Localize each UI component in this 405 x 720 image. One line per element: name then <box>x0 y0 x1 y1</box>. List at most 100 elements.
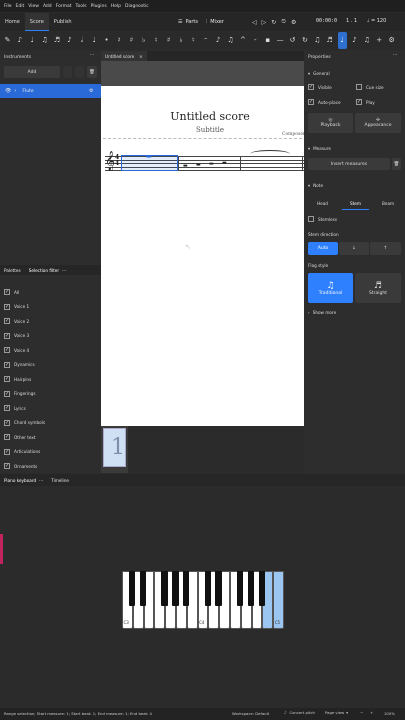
appearance-button[interactable]: ✣ Appearance <box>355 113 401 133</box>
cue-size-checkbox[interactable]: Cue size <box>356 84 384 90</box>
toolbar-note-icon[interactable]: — <box>276 32 285 49</box>
mixer-button[interactable]: Mixer <box>210 19 224 25</box>
page-navigator[interactable]: 1 <box>101 426 128 473</box>
filter-articulations[interactable]: ✓ Articulations <box>4 448 40 455</box>
tie-curve[interactable] <box>250 150 290 158</box>
toolbar-note-icon[interactable]: ♯ <box>127 32 136 49</box>
zoom-in-icon[interactable]: + <box>370 710 373 715</box>
toolbar-note-icon[interactable]: 𝄻 <box>201 32 210 49</box>
toolbar-note-icon[interactable]: ♭ <box>139 32 148 49</box>
tab-untitled-score[interactable]: Untitled score × <box>101 51 147 61</box>
filter-ornaments[interactable]: ✓ Ornaments <box>4 463 37 469</box>
toolbar-note-icon[interactable]: ♩ <box>28 32 37 49</box>
piano-black-key[interactable] <box>139 571 147 606</box>
note-section-header[interactable]: ▾ Note <box>308 183 323 188</box>
tab-timeline[interactable]: Timeline <box>51 478 69 483</box>
play-checkbox[interactable]: ✓ Play <box>356 99 375 105</box>
filter-voice-3[interactable]: ✓ Voice 3 <box>4 332 29 339</box>
toolbar-note-icon[interactable]: 𝄽 <box>115 32 124 49</box>
metronome-icon[interactable]: ⏲ <box>281 18 286 26</box>
stem-down-button[interactable]: ↓ <box>339 242 369 255</box>
tab-palettes[interactable]: Palettes <box>4 268 21 273</box>
rest[interactable]: ▬ <box>222 160 227 166</box>
measure-section-header[interactable]: ▾ Measure <box>308 146 331 151</box>
loop-icon[interactable]: ↻ <box>271 19 276 26</box>
menu-file[interactable]: File <box>4 4 12 9</box>
properties-menu-icon[interactable]: ··· <box>393 53 397 58</box>
toolbar-note-icon[interactable]: ♮ <box>189 32 198 49</box>
rewind-icon[interactable]: ◁ <box>252 19 257 26</box>
toolbar-note-icon[interactable]: ⚙ <box>387 32 396 49</box>
rest[interactable]: ▬ <box>196 162 201 168</box>
toolbar-note-icon[interactable]: ♩ <box>90 32 99 49</box>
instrument-row-flute[interactable]: 👁 › Flute ⚙ <box>0 84 101 98</box>
add-instrument-button[interactable]: Add <box>4 66 60 78</box>
piano-black-key[interactable] <box>129 571 136 606</box>
piano-black-key[interactable] <box>237 571 244 606</box>
concert-pitch-toggle[interactable]: ♪ Concert pitch <box>284 710 315 715</box>
toolbar-note-icon[interactable]: ♭ <box>176 32 185 49</box>
toolbar-note-icon[interactable]: + <box>375 32 384 49</box>
toolbar-note-icon[interactable]: ↺ <box>288 32 297 49</box>
flute-staff[interactable]: 𝄞 44 ▬ ▬ ▬ ▬ ▬ <box>105 150 304 174</box>
score-page[interactable]: Untitled score Subtitle Composer 𝄞 44 ▬ … <box>101 86 305 426</box>
menu-tools[interactable]: Tools <box>76 4 87 9</box>
piano-black-key[interactable] <box>247 571 255 606</box>
instruments-menu-icon[interactable]: ··· <box>90 53 94 58</box>
piano-black-key[interactable] <box>183 571 190 606</box>
toolbar-note-icon[interactable]: ▪ <box>263 32 272 49</box>
tab-home[interactable]: Home <box>0 13 25 31</box>
zoom-level[interactable]: 100% <box>384 711 395 716</box>
toolbar-note-icon[interactable]: ^ <box>238 32 247 49</box>
piano-keyboard[interactable]: C3 C4 C5 <box>122 571 284 629</box>
play-icon[interactable]: ▷ <box>262 19 267 26</box>
tab-publish[interactable]: Publish <box>49 13 77 31</box>
tab-selection-filter[interactable]: Selection filter <box>29 268 59 273</box>
piano-black-key[interactable] <box>204 571 212 606</box>
toolbar-note-icon[interactable]: 𝅗𝅥 <box>77 32 86 49</box>
filter-all[interactable]: ✓ All <box>4 289 19 295</box>
toolbar-note-icon[interactable]: ♯ <box>164 32 173 49</box>
tab-piano-keyboard[interactable]: Piano keyboard <box>4 478 36 483</box>
rest[interactable]: ▬ <box>183 163 188 169</box>
time-signature[interactable]: 44 <box>115 155 119 167</box>
stem-up-button[interactable]: ↑ <box>370 242 401 255</box>
move-up-button[interactable] <box>63 66 72 78</box>
flag-traditional-button[interactable]: ♫ Traditional <box>308 273 353 303</box>
filter-voice-4[interactable]: ✓ Voice 4 <box>4 347 29 353</box>
general-section-header[interactable]: ▾ General <box>308 71 330 76</box>
auto-place-checkbox[interactable]: ✓ Auto-place <box>308 99 341 105</box>
delete-measures-button[interactable]: 🗑 <box>392 158 401 170</box>
move-down-button[interactable] <box>75 66 84 78</box>
zoom-out-icon[interactable]: − <box>360 710 363 715</box>
toolbar-note-icon[interactable]: ♫ <box>226 32 235 49</box>
menu-diagnostic[interactable]: Diagnostic <box>125 4 149 9</box>
close-icon[interactable]: × <box>139 54 143 59</box>
toolbar-note-icon[interactable]: ♪ <box>350 32 359 49</box>
toolbar-note-icon[interactable]: ♮ <box>152 32 161 49</box>
show-more-toggle[interactable]: › Show more <box>308 310 336 315</box>
score-title[interactable]: Untitled score <box>101 110 319 123</box>
toolbar-note-icon[interactable]: ♪ <box>15 32 24 49</box>
toolbar-note-icon[interactable]: ♫ <box>40 32 49 49</box>
expand-chevron-icon[interactable]: › <box>14 88 16 94</box>
score-canvas[interactable]: Untitled score Subtitle Composer 𝄞 44 ▬ … <box>101 61 305 426</box>
toolbar-note-icon[interactable]: ♬ <box>325 32 334 49</box>
tab-stem[interactable]: Stem <box>350 201 361 206</box>
filter-fingerings[interactable]: ✓ Fingerings <box>4 390 36 397</box>
toolbar-note-icon[interactable]: • <box>102 32 111 49</box>
filter-voice-2[interactable]: ✓ Voice 2 <box>4 318 29 324</box>
piano-black-key[interactable] <box>258 571 266 606</box>
flag-straight-button[interactable]: ♬ Straight <box>355 273 401 303</box>
menu-add[interactable]: Add <box>43 4 52 9</box>
filter-hairpins[interactable]: ✓ Hairpins <box>4 376 31 382</box>
score-composer[interactable]: Composer <box>282 132 305 137</box>
settings-icon[interactable]: ⚙ <box>89 88 93 94</box>
playback-settings-icon[interactable]: ⚙ <box>291 19 296 26</box>
piano-black-key[interactable] <box>172 571 179 606</box>
stemless-checkbox[interactable]: Stemless <box>308 216 337 222</box>
toolbar-note-icon[interactable]: ♩ <box>337 32 347 49</box>
piano-menu-icon[interactable]: ··· <box>39 478 43 483</box>
filter-voice-1[interactable]: ✓ Voice 1 <box>4 303 29 310</box>
menu-help[interactable]: Help <box>111 4 121 9</box>
